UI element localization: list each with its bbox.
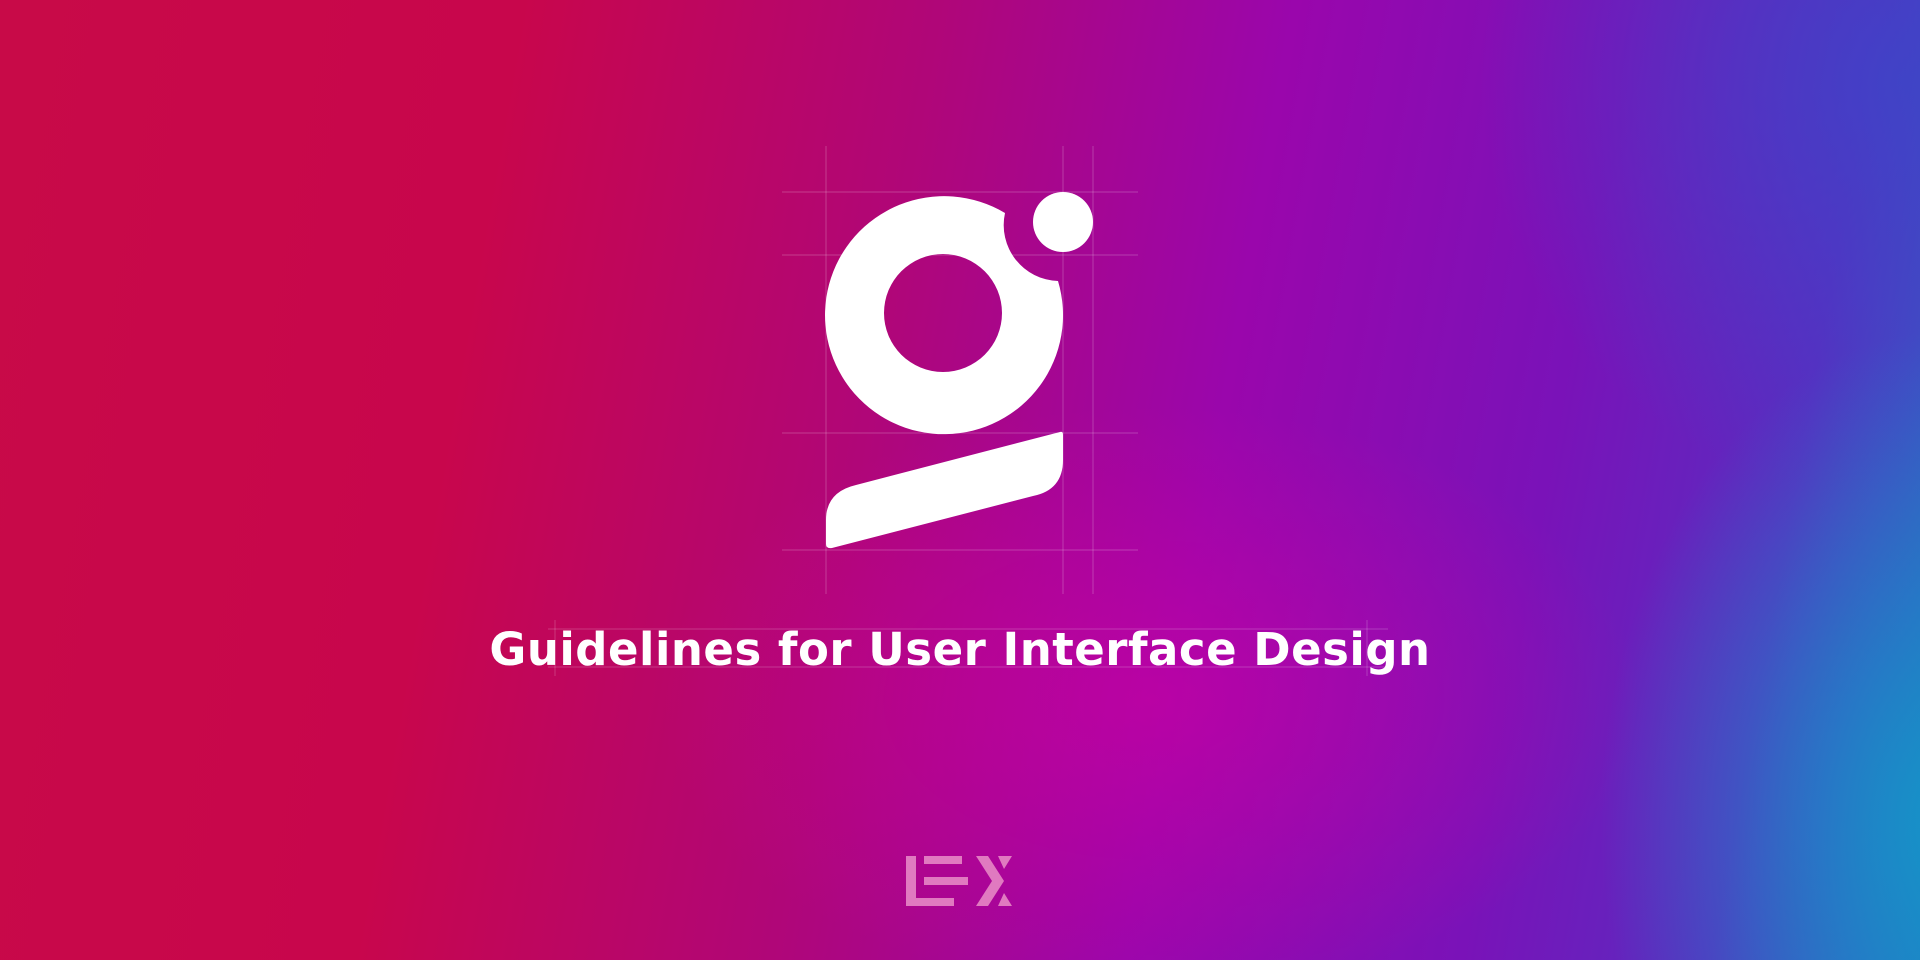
lex-wordmark-icon xyxy=(906,856,1012,906)
g-logomark-icon xyxy=(825,192,1093,549)
page-title: Guidelines for User Interface Design xyxy=(489,623,1431,676)
hero-graphic xyxy=(548,146,1388,676)
